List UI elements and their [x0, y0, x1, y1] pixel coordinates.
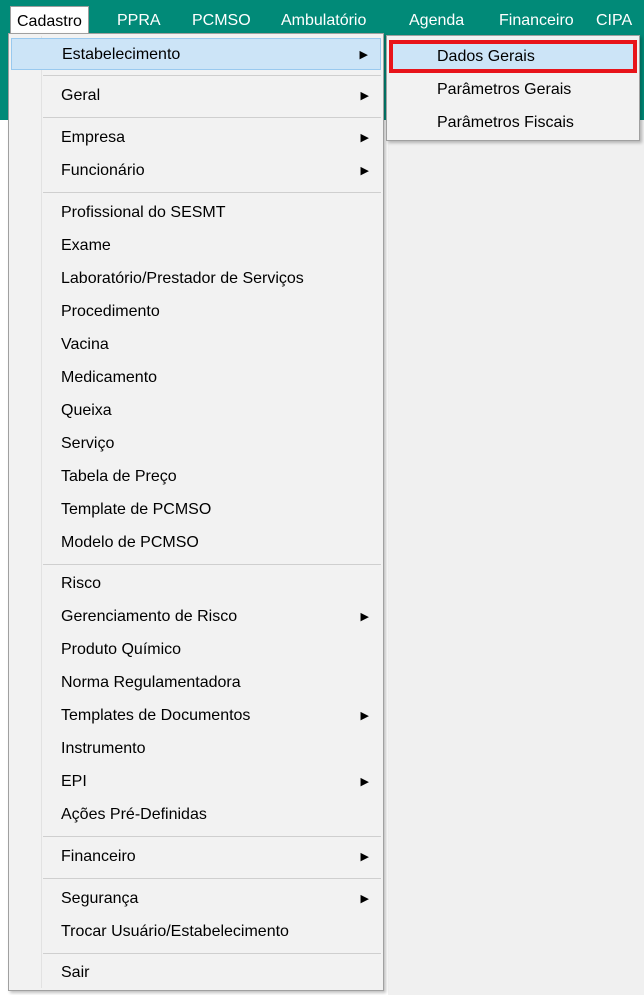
menu-item-risco[interactable]: Risco [11, 568, 381, 600]
menu-item-vacina[interactable]: Vacina [11, 329, 381, 361]
menu-item-label: Laboratório/Prestador de Serviços [61, 270, 304, 287]
menu-item-label: Vacina [61, 336, 109, 353]
menu-item-label: Template de PCMSO [61, 501, 212, 518]
menu-item-label: Empresa [61, 129, 126, 146]
menu-item-seguranca[interactable]: Segurança ▶ [11, 883, 381, 915]
menu-item-sair[interactable]: Sair [11, 957, 381, 989]
menu-item-label: Instrumento [61, 740, 146, 757]
menubar-item-agenda[interactable]: Agenda [403, 7, 470, 35]
submenu-arrow-icon: ▶ [360, 132, 369, 144]
menu-item-label: Risco [61, 575, 102, 592]
menu-item-label: Procedimento [61, 303, 160, 320]
menu-item-gerenciamento-risco[interactable]: Gerenciamento de Risco ▶ [11, 601, 381, 633]
menu-item-norma-regulamentadora[interactable]: Norma Regulamentadora [11, 667, 381, 699]
menu-item-financeiro[interactable]: Financeiro ▶ [11, 841, 381, 873]
menubar-item-ambulatorio[interactable]: Ambulatório [275, 7, 372, 35]
menubar-item-financeiro[interactable]: Financeiro [493, 7, 580, 35]
submenu-item-parametros-gerais[interactable]: Parâmetros Gerais [389, 73, 637, 106]
menu-item-label: Exame [61, 237, 111, 254]
menu-item-label: Estabelecimento [62, 46, 181, 63]
menu-item-produto-quimico[interactable]: Produto Químico [11, 634, 381, 666]
menu-separator [43, 836, 381, 837]
menu-item-label: Geral [61, 87, 101, 104]
menu-item-geral[interactable]: Geral ▶ [11, 80, 381, 112]
menu-item-modelo-pcmso[interactable]: Modelo de PCMSO [11, 527, 381, 559]
menu-item-epi[interactable]: EPI ▶ [11, 766, 381, 798]
menu-item-empresa[interactable]: Empresa ▶ [11, 122, 381, 154]
submenu-arrow-icon: ▶ [360, 776, 369, 788]
menu-item-label: Gerenciamento de Risco [61, 608, 238, 625]
menu-item-funcionario[interactable]: Funcionário ▶ [11, 155, 381, 187]
menu-item-label: Queixa [61, 402, 112, 419]
workspace-background [388, 120, 644, 995]
menu-item-label: Produto Químico [61, 641, 182, 658]
menu-separator [43, 192, 381, 193]
menu-item-label: Sair [61, 964, 90, 981]
submenu-item-dados-gerais[interactable]: Dados Gerais [389, 40, 637, 73]
menu-item-tabela-preco[interactable]: Tabela de Preço [11, 461, 381, 493]
submenu-arrow-icon: ▶ [360, 893, 369, 905]
menu-separator [43, 953, 381, 954]
menu-item-label: Financeiro [61, 848, 136, 865]
menu-item-profissional-sesmt[interactable]: Profissional do SESMT [11, 197, 381, 229]
menubar-item-cipa[interactable]: CIPA [590, 7, 638, 35]
submenu-arrow-icon: ▶ [360, 90, 369, 102]
cadastro-dropdown-menu: Estabelecimento ▶ Geral ▶ Empresa ▶ Func… [8, 33, 384, 991]
submenu-arrow-icon: ▶ [360, 851, 369, 863]
submenu-arrow-icon: ▶ [360, 165, 369, 177]
menu-item-label: Templates de Documentos [61, 707, 251, 724]
menu-separator [43, 75, 381, 76]
menu-item-label: Tabela de Preço [61, 468, 177, 485]
submenu-item-label: Parâmetros Gerais [437, 81, 572, 98]
menu-separator [43, 878, 381, 879]
menu-item-label: Trocar Usuário/Estabelecimento [61, 923, 289, 940]
menubar-item-pcmso[interactable]: PCMSO [186, 7, 257, 35]
menu-item-queixa[interactable]: Queixa [11, 395, 381, 427]
menu-item-label: Profissional do SESMT [61, 204, 226, 221]
menu-separator [43, 564, 381, 565]
submenu-item-label: Parâmetros Fiscais [437, 114, 574, 131]
submenu-arrow-icon: ▶ [360, 611, 369, 623]
estabelecimento-submenu: Dados Gerais Parâmetros Gerais Parâmetro… [386, 35, 640, 141]
submenu-arrow-icon: ▶ [359, 49, 368, 61]
menu-item-medicamento[interactable]: Medicamento [11, 362, 381, 394]
menu-item-label: EPI [61, 773, 87, 790]
menu-item-laboratorio[interactable]: Laboratório/Prestador de Serviços [11, 263, 381, 295]
menu-item-procedimento[interactable]: Procedimento [11, 296, 381, 328]
menu-item-label: Segurança [61, 890, 139, 907]
menu-item-label: Modelo de PCMSO [61, 534, 199, 551]
menu-item-label: Serviço [61, 435, 115, 452]
menu-item-label: Ações Pré-Definidas [61, 806, 207, 823]
menu-separator [43, 117, 381, 118]
submenu-item-parametros-fiscais[interactable]: Parâmetros Fiscais [389, 106, 637, 139]
menu-item-servico[interactable]: Serviço [11, 428, 381, 460]
menu-item-label: Funcionário [61, 162, 145, 179]
menu-item-acoes-pre-definidas[interactable]: Ações Pré-Definidas [11, 799, 381, 831]
menu-item-templates-documentos[interactable]: Templates de Documentos ▶ [11, 700, 381, 732]
menu-item-instrumento[interactable]: Instrumento [11, 733, 381, 765]
menubar-item-ppra[interactable]: PPRA [111, 7, 167, 35]
menu-item-label: Norma Regulamentadora [61, 674, 241, 691]
menu-item-trocar-usuario[interactable]: Trocar Usuário/Estabelecimento [11, 916, 381, 948]
menu-item-exame[interactable]: Exame [11, 230, 381, 262]
menu-item-template-pcmso[interactable]: Template de PCMSO [11, 494, 381, 526]
submenu-item-label: Dados Gerais [437, 48, 535, 65]
menu-item-label: Medicamento [61, 369, 158, 386]
menu-item-estabelecimento[interactable]: Estabelecimento ▶ [11, 38, 381, 70]
submenu-arrow-icon: ▶ [360, 710, 369, 722]
